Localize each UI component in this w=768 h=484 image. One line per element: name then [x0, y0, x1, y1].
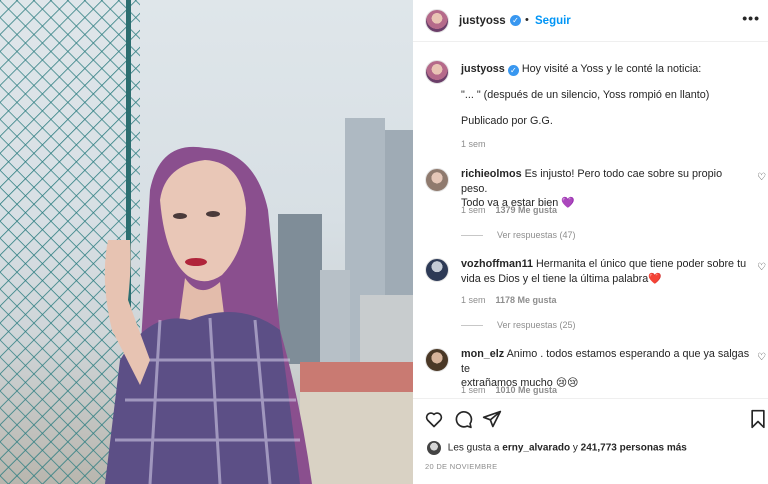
liker-avatar[interactable]: [427, 441, 441, 455]
comment-meta: 1 sem 1010 Me gusta: [461, 385, 558, 395]
post-date[interactable]: 20 DE NOVIEMBRE: [425, 462, 497, 471]
commenter-avatar[interactable]: [425, 258, 449, 282]
commenter-username[interactable]: mon_elz: [461, 348, 504, 360]
building: [320, 270, 350, 370]
caption-line1: Hoy visité a Yoss y le conté la noticia:: [521, 63, 702, 75]
likes-summary: Les gusta a erny_alvarado y 241,773 pers…: [427, 441, 687, 455]
comment-meta: 1 sem 1178 Me gusta: [461, 295, 557, 305]
lips: [185, 258, 207, 266]
comment-icon[interactable]: [453, 409, 473, 429]
eye: [206, 211, 220, 217]
comment-like-heart-icon[interactable]: ♡: [757, 352, 766, 363]
post-side-panel: justyoss ✓ • Seguir ••• justyoss ✓ Hoy v…: [413, 0, 768, 484]
bookmark-icon[interactable]: [749, 409, 767, 429]
caption-line3: Publicado por G.G.: [461, 115, 553, 127]
red-roof: [300, 362, 413, 392]
comment-text: richieolmos Es injusto! Pero todo cae so…: [461, 168, 723, 209]
likes-count[interactable]: 241,773 personas más: [581, 443, 687, 454]
comment-meta: 1 sem 1379 Me gusta: [461, 205, 558, 215]
author-avatar[interactable]: [425, 9, 449, 33]
post-actions: Les gusta a erny_alvarado y 241,773 pers…: [413, 398, 768, 484]
comment-text: vozhoffman11 Hermanita el único que tien…: [461, 258, 747, 285]
author-username[interactable]: justyoss: [459, 15, 506, 27]
comment-text: mon_elz Animo . todos estamos esperando …: [461, 348, 750, 389]
caption-line2: "... " (después de un silencio, Yoss rom…: [461, 89, 710, 101]
commenter-avatar[interactable]: [425, 348, 449, 372]
post-header: justyoss ✓ • Seguir •••: [413, 0, 768, 42]
comment-likes[interactable]: 1178 Me gusta: [496, 295, 557, 305]
comments-list[interactable]: justyoss ✓ Hoy visité a Yoss y le conté …: [413, 43, 768, 398]
more-options-icon[interactable]: •••: [742, 10, 760, 26]
commenter-avatar[interactable]: [425, 168, 449, 192]
share-icon[interactable]: [482, 409, 502, 429]
commenter-username[interactable]: richieolmos: [461, 168, 522, 180]
caption-time: 1 sem: [461, 139, 486, 149]
verified-badge-icon: ✓: [507, 65, 519, 76]
verified-badge-icon: ✓: [510, 15, 521, 26]
building-base: [300, 392, 413, 484]
post-photo[interactable]: [0, 0, 413, 484]
comment-likes[interactable]: 1010 Me gusta: [496, 385, 558, 395]
caption-username[interactable]: justyoss: [461, 63, 505, 75]
post-photo-illustration: [0, 0, 413, 484]
view-replies-link[interactable]: Ver respuestas (25): [461, 320, 576, 330]
follow-button[interactable]: Seguir: [535, 15, 571, 27]
commenter-username[interactable]: vozhoffman11: [461, 258, 533, 270]
liker-username[interactable]: erny_alvarado: [502, 443, 570, 454]
comment-like-heart-icon[interactable]: ♡: [757, 172, 766, 183]
eye: [173, 213, 187, 219]
building: [278, 214, 322, 364]
caption-avatar[interactable]: [425, 60, 449, 84]
comment-like-heart-icon[interactable]: ♡: [757, 262, 766, 273]
comment-likes[interactable]: 1379 Me gusta: [496, 205, 558, 215]
caption-text: justyoss ✓ Hoy visité a Yoss y le conté …: [461, 62, 761, 77]
heart-icon[interactable]: [424, 409, 444, 429]
view-replies-link[interactable]: Ver respuestas (47): [461, 230, 576, 240]
separator: •: [525, 14, 529, 26]
